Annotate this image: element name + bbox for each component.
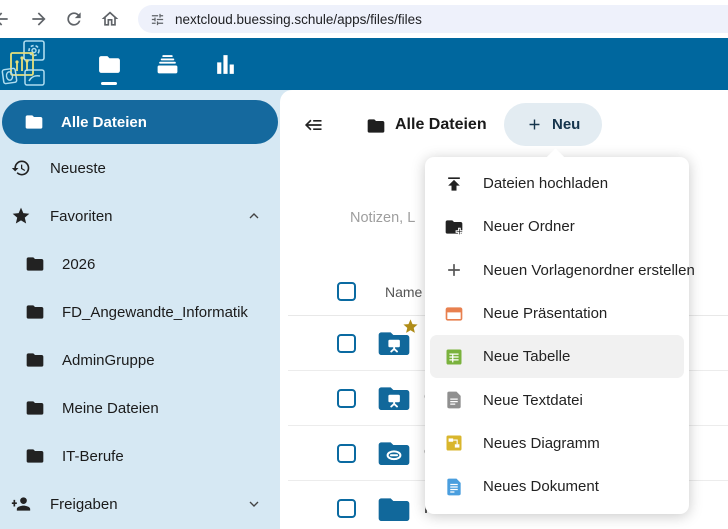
new-button[interactable]: Neu — [504, 103, 602, 146]
select-all-checkbox[interactable] — [337, 282, 356, 301]
sidebar-item-label: Neueste — [50, 160, 106, 177]
folder-icon — [25, 302, 45, 322]
new-button-label: Neu — [552, 116, 580, 133]
menu-item-neues-diagramm[interactable]: Neues Diagramm — [430, 422, 684, 465]
spreadsheet-icon — [444, 347, 464, 367]
menu-item-label: Neue Präsentation — [483, 305, 607, 322]
workspace-placeholder[interactable]: Notizen, L — [350, 210, 415, 226]
site-settings-icon — [150, 12, 165, 27]
presentation-icon — [444, 304, 464, 324]
chevron-down-icon[interactable] — [246, 496, 262, 512]
sidebar-item-2026[interactable]: 2026 — [0, 240, 280, 288]
menu-item-neue-praesentation[interactable]: Neue Präsentation — [430, 292, 684, 335]
plus-icon — [444, 260, 464, 280]
upload-icon — [444, 174, 464, 194]
menu-item-neues-dokument[interactable]: Neues Dokument — [430, 465, 684, 508]
sidebar-item-fd-angewandte-informatik[interactable]: FD_Angewandte_Informatik — [0, 288, 280, 336]
sidebar-toggle-icon[interactable] — [304, 115, 326, 135]
menu-item-label: Neue Textdatei — [483, 392, 583, 409]
shared-folder-icon — [376, 382, 412, 414]
folder-icon — [25, 350, 45, 370]
menu-item-neuer-ordner[interactable]: Neuer Ordner — [430, 205, 684, 248]
app-analytics-icon[interactable] — [200, 38, 250, 90]
school-logo[interactable] — [0, 38, 58, 90]
menu-item-dateien-hochladen[interactable]: Dateien hochladen — [430, 162, 684, 205]
favorite-star-icon — [402, 318, 419, 335]
plus-icon — [526, 116, 543, 133]
document-icon — [444, 477, 464, 497]
menu-item-label: Neuer Ordner — [483, 218, 575, 235]
menu-item-label: Neuen Vorlagenordner erstellen — [483, 262, 695, 279]
app-files-icon[interactable] — [84, 38, 134, 90]
sidebar-item-label: Freigaben — [50, 496, 118, 513]
browser-chrome: nextcloud.buessing.schule/apps/files/fil… — [0, 0, 728, 38]
textfile-icon — [444, 390, 464, 410]
new-menu: Dateien hochladen Neuer Ordner Neuen Vor… — [425, 157, 689, 514]
sidebar-item-label: FD_Angewandte_Informatik — [62, 304, 248, 321]
account-plus-icon — [11, 494, 31, 514]
sidebar-item-freigaben[interactable]: Freigaben — [0, 480, 280, 528]
menu-item-neuen-vorlagenordner-erstellen[interactable]: Neuen Vorlagenordner erstellen — [430, 249, 684, 292]
sidebar-item-label: 2026 — [62, 256, 95, 273]
sidebar-item-favoriten[interactable]: Favoriten — [0, 192, 280, 240]
menu-item-neue-tabelle[interactable]: Neue Tabelle — [430, 335, 684, 378]
content-header: Alle Dateien Neu — [280, 103, 728, 146]
star-icon — [11, 206, 31, 226]
sidebar-item-label: AdminGruppe — [62, 352, 155, 369]
files-sidebar: Alle Dateien Neueste Favoriten — [0, 90, 280, 529]
sidebar-item-it-berufe[interactable]: IT-Berufe — [0, 432, 280, 480]
url-bar[interactable]: nextcloud.buessing.schule/apps/files/fil… — [138, 5, 728, 33]
sidebar-item-alle-dateien[interactable]: Alle Dateien — [2, 100, 278, 144]
sidebar-item-label: Favoriten — [50, 208, 113, 225]
shared-folder-icon — [376, 327, 412, 359]
menu-item-label: Neues Dokument — [483, 478, 599, 495]
menu-item-label: Neue Tabelle — [483, 348, 570, 365]
column-header-name[interactable]: Name — [385, 284, 422, 300]
breadcrumb-folder-icon — [366, 116, 386, 136]
menu-item-label: Neues Diagramm — [483, 435, 600, 452]
link-folder-icon — [376, 437, 412, 469]
folder-icon — [25, 446, 45, 466]
sidebar-item-neueste[interactable]: Neueste — [0, 144, 280, 192]
history-icon — [11, 158, 31, 178]
browser-home-icon[interactable] — [100, 9, 120, 29]
url-text: nextcloud.buessing.schule/apps/files/fil… — [175, 12, 422, 27]
folder-icon — [25, 254, 45, 274]
sidebar-item-label: IT-Berufe — [62, 448, 124, 465]
folder-icon — [24, 112, 44, 132]
row-checkbox[interactable] — [337, 389, 356, 408]
sidebar-item-meine-dateien[interactable]: Meine Dateien — [0, 384, 280, 432]
app-paper-stack-icon[interactable] — [142, 38, 192, 90]
folder-icon — [376, 493, 412, 525]
sidebar-item-admingruppe[interactable]: AdminGruppe — [0, 336, 280, 384]
row-checkbox[interactable] — [337, 499, 356, 518]
browser-reload-icon[interactable] — [64, 9, 84, 29]
browser-forward-icon[interactable] — [29, 9, 49, 29]
row-checkbox[interactable] — [337, 444, 356, 463]
screen: nextcloud.buessing.schule/apps/files/fil… — [0, 0, 728, 529]
sidebar-item-label: Alle Dateien — [61, 114, 147, 131]
breadcrumb[interactable]: Alle Dateien — [395, 116, 487, 134]
menu-item-neue-textdatei[interactable]: Neue Textdatei — [430, 378, 684, 421]
app-header — [0, 38, 728, 90]
diagram-icon — [444, 433, 464, 453]
row-checkbox[interactable] — [337, 334, 356, 353]
folder-icon — [25, 398, 45, 418]
menu-item-label: Dateien hochladen — [483, 175, 608, 192]
chevron-up-icon[interactable] — [246, 208, 262, 224]
sidebar-item-label: Meine Dateien — [62, 400, 159, 417]
folder-plus-icon — [444, 217, 464, 237]
browser-back-icon[interactable] — [0, 9, 11, 29]
